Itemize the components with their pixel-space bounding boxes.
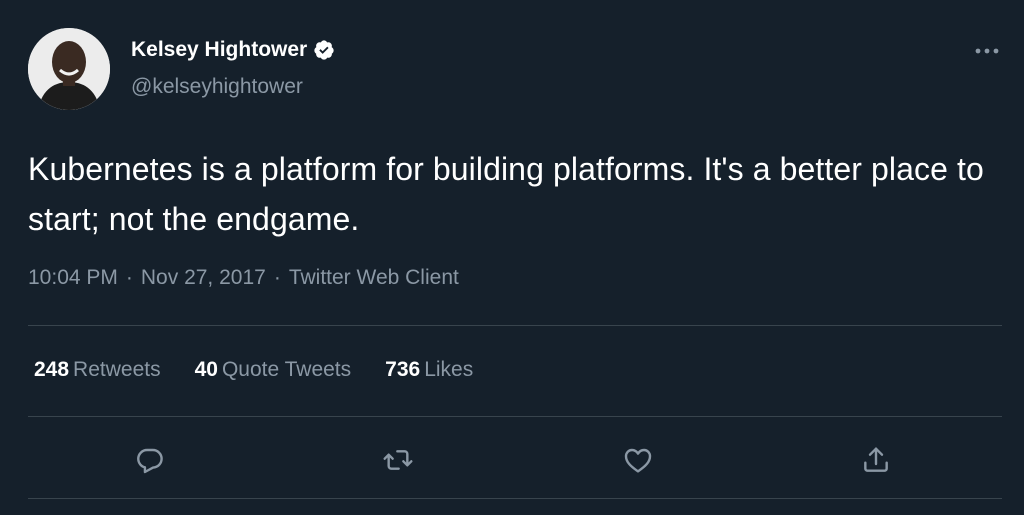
- reply-button[interactable]: [128, 438, 172, 482]
- author-display-name[interactable]: Kelsey Hightower: [131, 38, 307, 62]
- heart-icon: [624, 448, 652, 473]
- tweet-time[interactable]: 10:04 PM: [28, 266, 118, 290]
- engagement-stats: 248 Retweets 40 Quote Tweets 736 Likes: [34, 358, 473, 382]
- retweet-icon: [383, 450, 413, 470]
- quote-tweets-count: 40: [194, 358, 218, 381]
- tweet-source[interactable]: Twitter Web Client: [289, 266, 459, 290]
- author-name-row: Kelsey Hightower: [131, 38, 335, 62]
- divider: [28, 416, 1002, 417]
- likes-count: 736: [385, 358, 421, 381]
- reply-bubble-icon: [137, 448, 163, 474]
- tweet-metadata: 10:04 PM · Nov 27, 2017 · Twitter Web Cl…: [28, 266, 459, 290]
- tweet-actions-bar: [0, 438, 1024, 482]
- divider: [28, 325, 1002, 326]
- like-button[interactable]: [616, 438, 660, 482]
- quote-tweets-stat[interactable]: 40 Quote Tweets: [195, 358, 352, 382]
- divider: [28, 498, 1002, 499]
- tweet-text: Kubernetes is a platform for building pl…: [28, 151, 984, 237]
- retweets-stat[interactable]: 248 Retweets: [34, 358, 161, 382]
- avatar-image: [28, 28, 110, 110]
- author-handle[interactable]: @kelseyhightower: [131, 75, 303, 99]
- meta-separator: ·: [125, 266, 133, 289]
- more-options-button[interactable]: [970, 38, 1004, 64]
- tweet-date[interactable]: Nov 27, 2017: [141, 266, 266, 290]
- avatar[interactable]: [28, 28, 110, 110]
- likes-label: Likes: [424, 358, 474, 381]
- more-horizontal-icon: [975, 48, 999, 54]
- meta-separator: ·: [273, 266, 281, 289]
- share-icon: [864, 447, 888, 472]
- likes-stat[interactable]: 736 Likes: [385, 358, 473, 382]
- share-button[interactable]: [854, 438, 898, 482]
- retweets-label: Retweets: [73, 358, 161, 381]
- retweets-count: 248: [34, 358, 70, 381]
- retweet-button[interactable]: [376, 438, 420, 482]
- verified-badge-icon: [314, 40, 334, 60]
- quote-tweets-label: Quote Tweets: [221, 358, 352, 381]
